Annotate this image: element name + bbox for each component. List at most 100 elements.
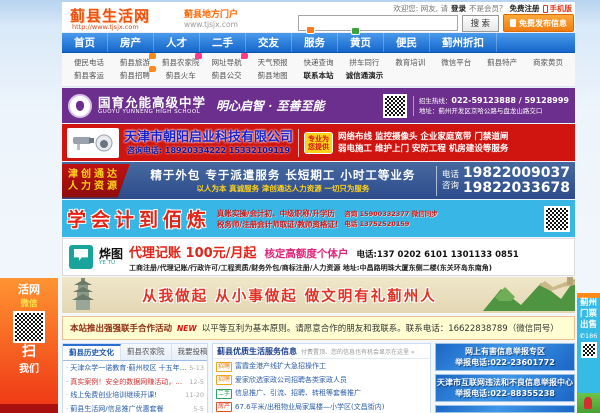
cooperation-notice: 本站推出强强联手合作活动 NEW 以平等互利为基本原则。请愿意合作的朋友和我联系… xyxy=(62,316,575,340)
subnav-row-2: 蓟县客运 蓟县招聘 蓟县火车 蓟县公交 蓟县地图 联系本站 诚信通演示 xyxy=(66,69,571,82)
mascot-icon xyxy=(577,393,600,413)
list-item[interactable]: 房产67.6平米/出租物业局家属楼—小学区(文昌街内) xyxy=(216,401,427,413)
tech-company-name: 天津市朝阳启业科技有限公司 xyxy=(124,130,293,145)
labor-brand: 津创通达 人力资源 xyxy=(62,164,130,198)
history-list: ·天津众学一诺教育·蓟州校区 十五年专注春考5-13 ·真实案例！安全的数据网赚… xyxy=(63,361,207,413)
services-panel: 蓟县优质生活服务信息 付费置顶、您的信息也有机会显示在这里 » 招聘富霞金港产线… xyxy=(212,343,431,413)
category-tag: 房产 xyxy=(216,402,232,412)
list-item[interactable]: ·蓟县生活网/信息推广优惠套餐5-5 xyxy=(66,403,204,413)
list-item[interactable]: 二手信息推广、引流、招聘、转租等套餐推广 xyxy=(216,387,427,401)
tab-submit-post[interactable]: 我要投稿 xyxy=(172,344,209,360)
subnav-link-contact[interactable]: 联系本站 xyxy=(296,69,342,82)
float-left-line1: 活网 xyxy=(0,281,58,297)
site-logo-url: http://www.tjsjx.com xyxy=(72,23,139,31)
tech-badge: 专业为 您提供 xyxy=(304,132,333,154)
subnav-link[interactable]: 天气预报 xyxy=(250,56,296,69)
services-list: 招聘富霞金港产线扩大急招操作工 招聘爱家欣选家政公司招聘各类家政人员 二手信息推… xyxy=(213,359,430,413)
subnav-link[interactable]: 蓟县招聘 xyxy=(112,69,158,82)
nav-item-discounts[interactable]: 蓟州折扣 xyxy=(430,33,497,52)
ad-banner-school[interactable]: 国育允能高级中学 GUOYU YUNNENG HIGH SCHOOL 明心启智 … xyxy=(62,88,575,123)
notice-body: 以平等互利为基本原则。请愿意合作的朋友和我联系。联系电话：16622838789… xyxy=(202,322,559,334)
school-slogan: 明心启智 · 至善至能 xyxy=(216,97,325,114)
report-box-tianjin[interactable]: 天津市互联网违法和不良信息举报中心 举报电话:022-88355238 xyxy=(435,374,575,402)
promo-bubble-icon xyxy=(351,27,360,35)
subnav-link[interactable]: 蓟县农家院 xyxy=(158,56,204,69)
services-subtitle-link[interactable]: 付费置顶、您的信息也有机会显示在这里 » xyxy=(301,347,415,356)
camera-photo xyxy=(67,128,119,158)
subnav-link[interactable]: 便民电话 xyxy=(66,56,112,69)
tab-history-culture[interactable]: 蓟县历史文化 xyxy=(63,344,121,360)
ad-banner-yetu[interactable]: 烨图 YE TU 代理记账 100元/月起 核定高额度个体户 电话:137 02… xyxy=(62,238,575,276)
school-logo-icon xyxy=(68,94,92,118)
floating-ad-right-tickets[interactable]: 蓟州 门票 出售 ✆186 xyxy=(577,293,600,413)
list-item[interactable]: 招聘富霞金港产线扩大急招操作工 xyxy=(216,360,427,374)
tech-phone: 咨询电话: 18920334222 15332109119 xyxy=(124,145,293,156)
welcome-text: 欢迎您: 网友, 请 xyxy=(393,3,448,14)
labor-phone-1: 19822009037 xyxy=(463,166,570,181)
notice-lead: 本站推出强强联手合作活动 xyxy=(70,322,172,334)
register-link[interactable]: 免费注册 xyxy=(510,3,540,14)
history-panel: 蓟县历史文化 蓟县农家院 我要投稿 ·天津众学一诺教育·蓟州校区 十五年专注春考… xyxy=(62,343,208,413)
tab-farm-stay[interactable]: 蓟县农家院 xyxy=(121,344,172,360)
ad-banner-labor[interactable]: 津创通达 人力资源 精于外包 专于派遣服务 长短期工 小时工等业务 以人为本 真… xyxy=(62,162,575,199)
great-wall-icon xyxy=(483,277,575,313)
subnav-link[interactable]: 快递查询 xyxy=(296,56,342,69)
float-right-text: 门票 xyxy=(577,309,600,320)
post-info-button[interactable]: 免费发布信息 xyxy=(503,14,574,32)
list-item[interactable]: ·真实案例！安全的数据网赚活动，如何鉴别？12-5 xyxy=(66,376,204,390)
nav-item-secondhand[interactable]: 二手 xyxy=(200,33,246,52)
new-badge-icon: NEW xyxy=(177,324,197,333)
floating-ad-left-wechat[interactable]: 活网 微信 扫 我们 xyxy=(0,278,58,413)
nav-item-friends[interactable]: 交友 xyxy=(246,33,292,52)
school-name-en: GUOYU YUNNENG HIGH SCHOOL xyxy=(98,109,206,115)
list-item[interactable]: ·线上免费创业培训继续开课!11-20 xyxy=(66,389,204,403)
phone-icon: ✆186 xyxy=(577,331,600,341)
subnav-link[interactable]: 蓟县客运 xyxy=(66,69,112,82)
category-tag: 二手 xyxy=(216,389,232,399)
nav-item-realestate[interactable]: 房产 xyxy=(108,33,154,52)
cctv-camera-icon xyxy=(71,131,115,155)
school-contact: 招生热线：022-59123888 / 59128999 地址：蓟州开发区京哈公… xyxy=(413,96,569,116)
report-box-harmful[interactable]: 网上有害信息举报专区 举报电话:022-23601772 xyxy=(435,343,575,371)
subnav-link[interactable]: 网址导航 xyxy=(204,56,250,69)
hot-bubble-icon xyxy=(149,66,156,72)
report-box-partial[interactable] xyxy=(435,405,575,413)
subnav-link[interactable]: 蓟县地图 xyxy=(250,69,296,82)
list-item[interactable]: 招聘爱家欣选家政公司招聘各类家政人员 xyxy=(216,374,427,388)
yetu-highlight: 核定高额度个体户 xyxy=(264,246,348,261)
subnav-link[interactable]: 商家黄页 xyxy=(525,56,571,69)
subnav-link[interactable]: 蓟县火车 xyxy=(158,69,204,82)
subnav-link[interactable]: 蓟县公交 xyxy=(204,69,250,82)
nav-item-jobs[interactable]: 人才 xyxy=(154,33,200,52)
search-button[interactable]: 搜 索 xyxy=(462,15,499,32)
search-area: 搜 索 免费发布信息 xyxy=(298,14,574,32)
subnav-link[interactable]: 教育培训 xyxy=(387,56,433,69)
mobile-version-link[interactable]: 手机版 xyxy=(543,3,573,14)
labor-headline: 精于外包 专于派遣服务 长短期工 小时工等业务 xyxy=(130,167,436,183)
ad-banner-tech[interactable]: 天津市朝阳启业科技有限公司 咨询电话: 18920334222 15332109… xyxy=(62,124,575,161)
login-link[interactable]: 登录 xyxy=(451,3,466,14)
qr-code-icon xyxy=(544,206,570,232)
history-tabs: 蓟县历史文化 蓟县农家院 我要投稿 xyxy=(63,344,207,361)
nav-item-yellowpages[interactable]: 黄页 xyxy=(338,33,384,52)
nav-item-services[interactable]: 服务 xyxy=(292,33,338,52)
search-input[interactable] xyxy=(298,15,458,31)
banner-civilization: 从我做起 从小事做起 做文明有礼蓟州人 xyxy=(62,277,575,313)
yetu-services: 工商注册/代理记账/行政许可/工程资质/财务外包/商标注册/人力资源 xyxy=(129,264,340,272)
main-nav: 首页 房产 人才 二手 交友 服务 黄页 便民 蓟州折扣 xyxy=(62,33,575,53)
divider xyxy=(298,129,299,157)
services-header: 蓟县优质生活服务信息 付费置顶、您的信息也有机会显示在这里 » xyxy=(213,344,430,359)
ad-banner-accounting[interactable]: 学会计到佰炼 真账实操/会计初、中级职称/升学历 税务师/注册会计师取证/教师资… xyxy=(62,200,575,237)
subnav-link[interactable]: 微信平台 xyxy=(433,56,479,69)
subnav-link[interactable]: 蓟县特产 xyxy=(479,56,525,69)
tech-services: 网络布线 监控摄像头 企业家庭宽带 门禁道闸 弱电施工 维护上门 安防工程 机房… xyxy=(338,131,508,155)
nav-item-convenience[interactable]: 便民 xyxy=(384,33,430,52)
subnav-row-1: 便民电话 蓟县旅游 蓟县农家院 网址导航 天气预报 快递查询 拼车同行 教育培训… xyxy=(66,56,571,69)
subnav-link-demo[interactable]: 诚信通演示 xyxy=(341,69,387,82)
school-address: 蓟州开发区京哈公路与盘龙山路交口 xyxy=(438,107,542,115)
subnav-link[interactable]: 拼车同行 xyxy=(341,56,387,69)
list-item[interactable]: ·天津众学一诺教育·蓟州校区 十五年专注春考5-13 xyxy=(66,362,204,376)
nav-item-home[interactable]: 首页 xyxy=(62,33,108,52)
hot-bubble-icon xyxy=(149,53,156,59)
accounting-headline: 学会计到佰炼 xyxy=(67,205,211,232)
